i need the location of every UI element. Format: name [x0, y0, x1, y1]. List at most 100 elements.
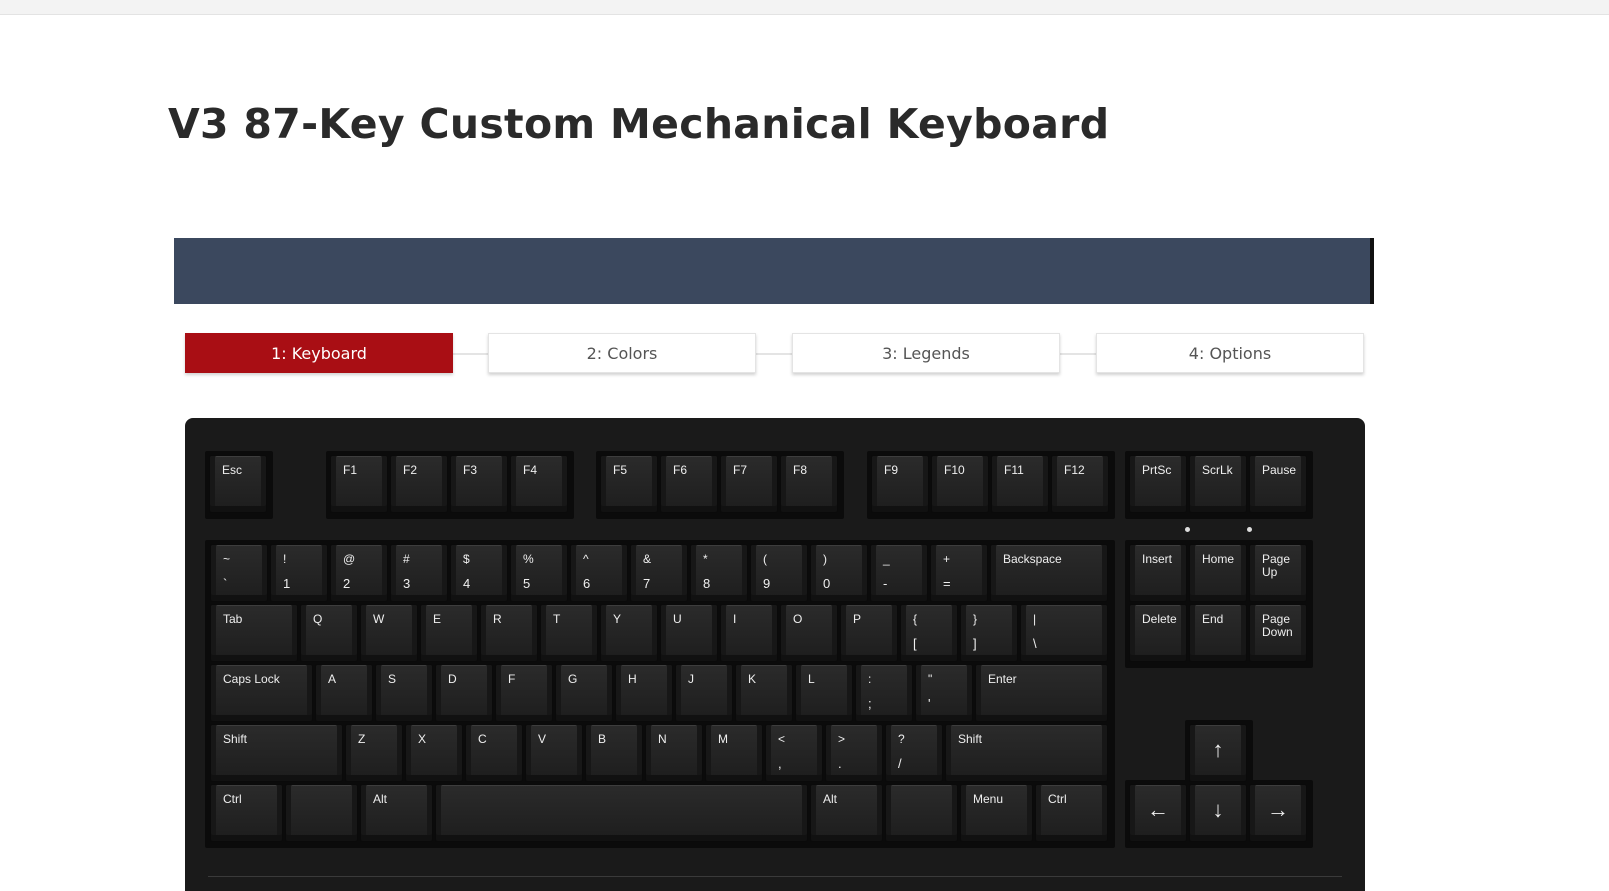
key-lctrl[interactable]: Ctrl: [210, 784, 283, 842]
key-f11[interactable]: F11: [991, 455, 1049, 513]
key-rctrl[interactable]: Ctrl: [1035, 784, 1108, 842]
key-y[interactable]: Y: [600, 604, 658, 662]
key-minus[interactable]: _ -: [870, 544, 928, 602]
key-t[interactable]: T: [540, 604, 598, 662]
key-x[interactable]: X: [405, 724, 463, 782]
key-pagedown[interactable]: Page Down: [1249, 604, 1307, 662]
key-0[interactable]: ) 0: [810, 544, 868, 602]
key-q[interactable]: Q: [300, 604, 358, 662]
key-equals[interactable]: + =: [930, 544, 988, 602]
key-space[interactable]: [435, 784, 808, 842]
key-comma[interactable]: <,: [765, 724, 823, 782]
key-7[interactable]: & 7: [630, 544, 688, 602]
key-tilde[interactable]: ~ `: [210, 544, 268, 602]
key-l[interactable]: L: [795, 664, 853, 722]
key-enter[interactable]: Enter: [975, 664, 1108, 722]
key-p[interactable]: P: [840, 604, 898, 662]
key-capslock[interactable]: Caps Lock: [210, 664, 313, 722]
key-o[interactable]: O: [780, 604, 838, 662]
step-colors[interactable]: 2: Colors: [488, 333, 756, 373]
key-slash[interactable]: ? /: [885, 724, 943, 782]
key-period[interactable]: >.: [825, 724, 883, 782]
key-m[interactable]: M: [705, 724, 763, 782]
key-f5[interactable]: F5: [600, 455, 658, 513]
key-insert[interactable]: Insert: [1129, 544, 1187, 602]
key-pause[interactable]: Pause: [1249, 455, 1307, 513]
key-rshift[interactable]: Shift: [945, 724, 1108, 782]
key-j[interactable]: J: [675, 664, 733, 722]
key-lwin[interactable]: [285, 784, 358, 842]
key-legend-top: Enter: [988, 672, 1017, 686]
step-keyboard[interactable]: 1: Keyboard: [185, 333, 453, 373]
key-lbracket[interactable]: {[: [900, 604, 958, 662]
key-a[interactable]: A: [315, 664, 373, 722]
key-3[interactable]: #3: [390, 544, 448, 602]
key-f6[interactable]: F6: [660, 455, 718, 513]
key-2[interactable]: @2: [330, 544, 388, 602]
key-u[interactable]: U: [660, 604, 718, 662]
key-legend-top: F6: [673, 463, 688, 477]
key-legend-top: ^: [583, 552, 589, 566]
key-v[interactable]: V: [525, 724, 583, 782]
key-4[interactable]: $4: [450, 544, 508, 602]
key-h[interactable]: H: [615, 664, 673, 722]
key-lshift[interactable]: Shift: [210, 724, 343, 782]
key-s[interactable]: S: [375, 664, 433, 722]
key-f10[interactable]: F10: [931, 455, 989, 513]
key-d[interactable]: D: [435, 664, 493, 722]
key-f12[interactable]: F12: [1051, 455, 1109, 513]
key-e[interactable]: E: [420, 604, 478, 662]
key-home[interactable]: Home: [1189, 544, 1247, 602]
key-end[interactable]: End: [1189, 604, 1247, 662]
step-legends[interactable]: 3: Legends: [792, 333, 1060, 373]
key-tab[interactable]: Tab: [210, 604, 298, 662]
key-prtsc[interactable]: PrtSc: [1129, 455, 1187, 513]
key-rbracket[interactable]: }]: [960, 604, 1018, 662]
key-k[interactable]: K: [735, 664, 793, 722]
key-c[interactable]: C: [465, 724, 523, 782]
key-f[interactable]: F: [495, 664, 553, 722]
key-f3[interactable]: F3: [450, 455, 508, 513]
key-f1[interactable]: F1: [330, 455, 388, 513]
key-legend-bottom: ,: [778, 756, 782, 771]
key-left[interactable]: ←: [1129, 784, 1187, 842]
key-i[interactable]: I: [720, 604, 778, 662]
key-legend-top: H: [628, 672, 637, 686]
key-f7[interactable]: F7: [720, 455, 778, 513]
key-1[interactable]: ! 1: [270, 544, 328, 602]
key-pageup[interactable]: Page Up: [1249, 544, 1307, 602]
key-f9[interactable]: F9: [871, 455, 929, 513]
key-rwin[interactable]: [885, 784, 958, 842]
key-backslash[interactable]: | \: [1020, 604, 1108, 662]
key-8[interactable]: * 8: [690, 544, 748, 602]
key-right[interactable]: →: [1249, 784, 1307, 842]
key-5[interactable]: % 5: [510, 544, 568, 602]
key-legend-top: #: [403, 552, 410, 566]
key-w[interactable]: W: [360, 604, 418, 662]
key-menu[interactable]: Menu: [960, 784, 1033, 842]
key-semicolon[interactable]: :;: [855, 664, 913, 722]
key-backspace[interactable]: Backspace: [990, 544, 1108, 602]
key-legend-top: $: [463, 552, 470, 566]
key-g[interactable]: G: [555, 664, 613, 722]
step-options[interactable]: 4: Options: [1096, 333, 1364, 373]
key-z[interactable]: Z: [345, 724, 403, 782]
key-6[interactable]: ^ 6: [570, 544, 628, 602]
key-legend-top: P: [853, 612, 862, 626]
key-legend-top: A: [328, 672, 337, 686]
key-delete[interactable]: Delete: [1129, 604, 1187, 662]
key-lalt[interactable]: Alt: [360, 784, 433, 842]
key-f4[interactable]: F4: [510, 455, 568, 513]
key-ralt[interactable]: Alt: [810, 784, 883, 842]
key-quote[interactable]: " ': [915, 664, 973, 722]
key-b[interactable]: B: [585, 724, 643, 782]
key-f8[interactable]: F8: [780, 455, 838, 513]
key-scrlk[interactable]: ScrLk: [1189, 455, 1247, 513]
key-n[interactable]: N: [645, 724, 703, 782]
key-r[interactable]: R: [480, 604, 538, 662]
key-9[interactable]: (9: [750, 544, 808, 602]
key-up[interactable]: ↑: [1189, 724, 1247, 782]
key-down[interactable]: ↓: [1189, 784, 1247, 842]
key-esc[interactable]: Esc: [209, 455, 267, 513]
key-f2[interactable]: F2: [390, 455, 448, 513]
